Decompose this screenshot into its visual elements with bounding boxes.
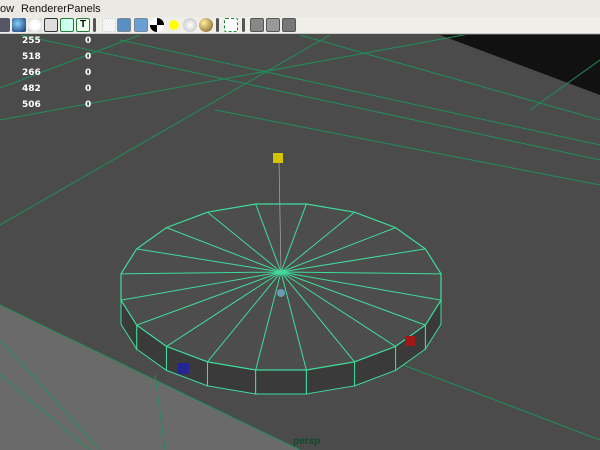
wireframe-shade-icon[interactable]	[134, 18, 148, 32]
bounding-box-icon[interactable]	[102, 18, 116, 32]
separator	[216, 18, 219, 32]
manipulator-y-handle[interactable]	[273, 153, 283, 163]
share-icon[interactable]	[282, 18, 296, 32]
hud-stat-value: 0	[85, 36, 92, 46]
default-light-icon[interactable]	[169, 20, 179, 30]
perspective-viewport[interactable]	[0, 35, 600, 450]
hud-stat-value: 506	[22, 100, 41, 110]
hud-stat-value: 266	[22, 68, 41, 78]
material-sphere-icon[interactable]	[199, 18, 213, 32]
hud-stat-value: 255	[22, 36, 41, 46]
smooth-shade-icon[interactable]	[117, 18, 131, 32]
manipulator-z-handle[interactable]	[178, 363, 189, 374]
xray-joints-icon[interactable]	[266, 18, 280, 32]
cylinder-side-face	[255, 369, 307, 395]
camera-label: persp	[293, 436, 321, 447]
hud-stat-value: 482	[22, 84, 41, 94]
menu-view[interactable]: ow	[0, 3, 14, 15]
menu-panels[interactable]: Panels	[67, 3, 101, 15]
cylinder-mesh[interactable]	[120, 203, 442, 395]
background-object	[440, 35, 600, 95]
separator	[242, 18, 245, 32]
hud-stat-value: 0	[85, 84, 92, 94]
all-lights-icon[interactable]	[183, 18, 197, 32]
hud-stat-value: 0	[85, 52, 92, 62]
menu-bar: ow Renderer Panels	[0, 0, 600, 17]
manipulator-center[interactable]	[277, 289, 285, 297]
texture-icon[interactable]	[60, 18, 74, 32]
hud-stat-value: 0	[85, 100, 92, 110]
light-circle-icon[interactable]	[28, 18, 42, 32]
checker-icon[interactable]	[150, 18, 164, 32]
sphere-shade-icon[interactable]	[12, 18, 26, 32]
grid-icon[interactable]	[0, 18, 10, 32]
select-region-icon[interactable]	[224, 18, 238, 32]
viewport-toolbar: T	[0, 17, 600, 34]
isolate-icon[interactable]	[44, 18, 58, 32]
hud-stat-value: 518	[22, 52, 41, 62]
xray-icon[interactable]	[250, 18, 264, 32]
separator	[93, 18, 96, 32]
manipulator-x-handle[interactable]	[405, 336, 415, 346]
hud-stat-value: 0	[85, 68, 92, 78]
text-icon[interactable]: T	[76, 18, 90, 32]
menu-renderer[interactable]: Renderer	[21, 3, 67, 15]
